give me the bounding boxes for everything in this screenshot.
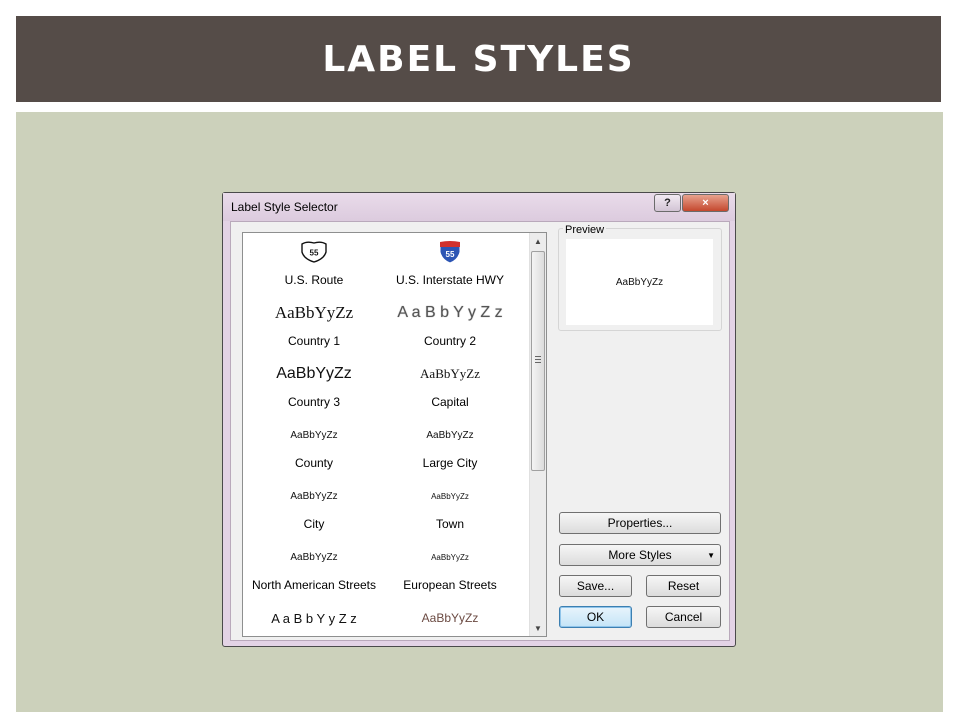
- scroll-down-button[interactable]: ▼: [530, 620, 546, 636]
- gallery-item-label: City: [303, 517, 325, 531]
- preview-group: Preview AaBbYyZz: [558, 224, 722, 331]
- gallery-item-european-streets[interactable]: AaBbYyZz European Streets: [381, 540, 519, 601]
- gallery-item-label: County: [294, 456, 334, 470]
- scroll-thumb[interactable]: [531, 251, 545, 471]
- gallery-scrollbar[interactable]: ▲ ▼: [529, 233, 546, 636]
- shield-number: 55: [446, 250, 455, 259]
- shield-number: 55: [310, 249, 319, 258]
- gallery-item-label: North American Streets: [251, 578, 377, 592]
- gallery-item-label: Capital: [431, 395, 469, 409]
- style-sample: AaBbYyZz: [431, 552, 469, 562]
- gallery-item-north-american-streets[interactable]: AaBbYyZz North American Streets: [245, 540, 383, 601]
- scroll-up-button[interactable]: ▲: [530, 233, 546, 249]
- us-route-shield-icon: 55: [245, 237, 383, 267]
- preview-sample: AaBbYyZz: [615, 276, 664, 288]
- gallery-item-town[interactable]: AaBbYyZz Town: [381, 479, 519, 540]
- gallery-item-label: U.S. Route: [284, 273, 344, 287]
- gallery-item-label: Large City: [422, 456, 478, 470]
- reset-button[interactable]: Reset: [646, 575, 721, 597]
- style-sample: AaBbYyZz: [426, 429, 474, 441]
- gallery-item-partial-1[interactable]: A a B b Y y Z z: [245, 601, 383, 636]
- gallery-item-county[interactable]: AaBbYyZz County: [245, 418, 383, 479]
- slide: LABEL STYLES Label Style Selector ? × 55: [0, 0, 960, 720]
- style-sample: AaBbYyZz: [274, 303, 354, 322]
- cancel-button[interactable]: Cancel: [646, 606, 721, 628]
- gallery-item-label: Country 1: [287, 334, 341, 348]
- label-style-selector-dialog: Label Style Selector ? × 55 U.S. Route 5…: [222, 192, 736, 647]
- interstate-shield-icon: 55: [381, 237, 519, 267]
- gallery-item-country-3[interactable]: AaBbYyZz Country 3: [245, 357, 383, 418]
- gallery-item-city[interactable]: AaBbYyZz City: [245, 479, 383, 540]
- style-sample: A a B b Y y Z z: [271, 610, 357, 626]
- dialog-title: Label Style Selector: [231, 200, 338, 214]
- style-gallery: 55 U.S. Route 55 U.S. Interstate HWY AaB…: [242, 232, 547, 637]
- gallery-item-label: Country 3: [287, 395, 341, 409]
- gallery-item-capital[interactable]: AaBbYyZz Capital: [381, 357, 519, 418]
- more-styles-label: More Styles: [608, 548, 672, 562]
- style-sample: AaBbYyZz: [431, 491, 469, 501]
- gallery-item-us-interstate[interactable]: 55 U.S. Interstate HWY: [381, 235, 519, 296]
- gallery-item-partial-2[interactable]: AaBbYyZz: [381, 601, 519, 636]
- title-bar: LABEL STYLES: [16, 16, 941, 102]
- gallery-item-country-1[interactable]: AaBbYyZz Country 1: [245, 296, 383, 357]
- scroll-grip-icon: [535, 356, 541, 363]
- style-sample: AaBbYyZz: [421, 611, 479, 625]
- slide-title: LABEL STYLES: [322, 38, 635, 80]
- gallery-item-label: Country 2: [423, 334, 477, 348]
- preview-box: AaBbYyZz: [566, 239, 713, 325]
- dropdown-arrow-icon: ▼: [707, 551, 715, 560]
- style-sample: AaBbYyZz: [276, 365, 352, 382]
- gallery-item-label: European Streets: [403, 578, 497, 592]
- close-icon: ×: [702, 197, 709, 209]
- style-sample: AaBbYyZz: [290, 551, 338, 563]
- more-styles-button[interactable]: More Styles ▼: [559, 544, 721, 566]
- gallery-item-country-2[interactable]: A a B b Y y Z z Country 2: [381, 296, 519, 357]
- close-button[interactable]: ×: [682, 194, 729, 212]
- help-button[interactable]: ?: [654, 194, 681, 212]
- save-button[interactable]: Save...: [559, 575, 632, 597]
- dialog-titlebar[interactable]: Label Style Selector ? ×: [223, 193, 735, 221]
- style-sample: AaBbYyZz: [290, 490, 338, 502]
- dialog-body: 55 U.S. Route 55 U.S. Interstate HWY AaB…: [230, 221, 730, 641]
- gallery-item-us-route[interactable]: 55 U.S. Route: [245, 235, 383, 296]
- gallery-item-large-city[interactable]: AaBbYyZz Large City: [381, 418, 519, 479]
- gallery-item-label: Town: [435, 517, 464, 531]
- style-sample: AaBbYyZz: [420, 366, 480, 381]
- style-sample: AaBbYyZz: [290, 429, 338, 441]
- ok-button[interactable]: OK: [559, 606, 632, 628]
- gallery-item-label: U.S. Interstate HWY: [395, 273, 505, 287]
- properties-button[interactable]: Properties...: [559, 512, 721, 534]
- style-sample: A a B b Y y Z z: [397, 304, 503, 321]
- preview-label: Preview: [563, 224, 607, 236]
